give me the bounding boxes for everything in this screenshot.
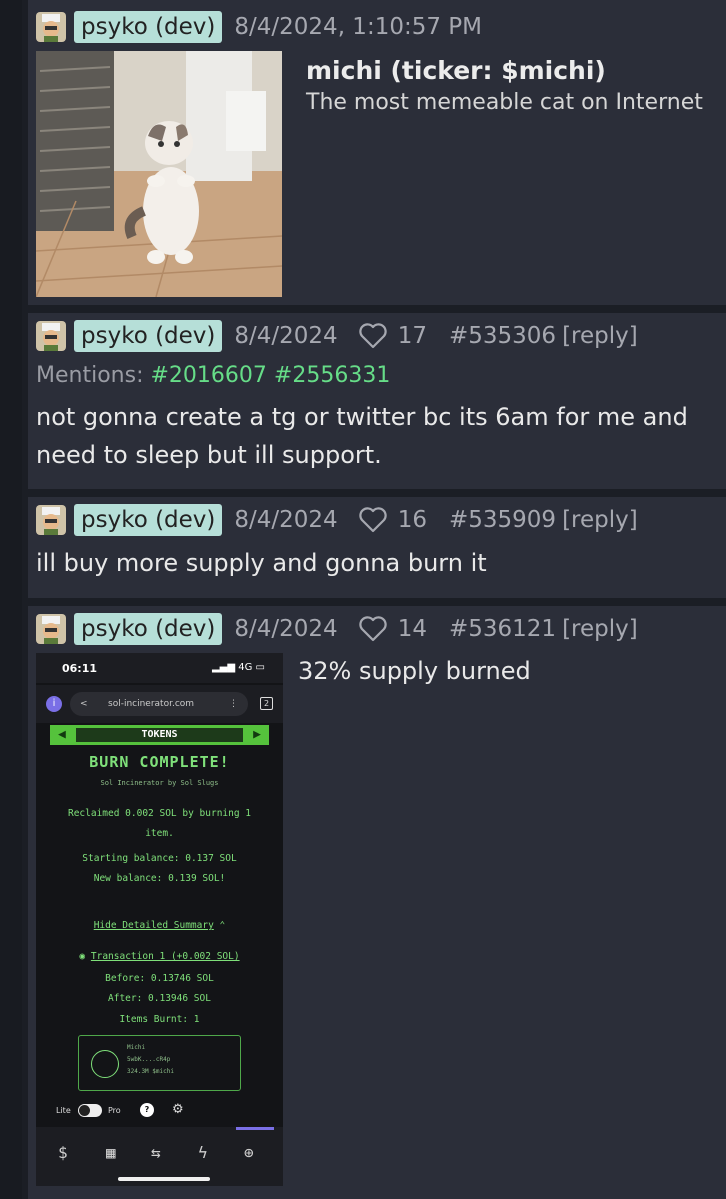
before-balance: Before: 0.13746 SOL [105, 973, 214, 984]
burnt-item-card: Michi 5wbK....cR4p 324.3M $michi [78, 1035, 241, 1091]
author-badge[interactable]: psyko (dev) [74, 613, 223, 645]
tokens-bar: ◀ TOKENS ▶ [50, 725, 269, 745]
author-badge[interactable]: psyko (dev) [74, 320, 223, 352]
burn-screenshot[interactable]: 06:11 ▂▄▆ 4G ▭ i < sol-incinerator.com ⋮… [36, 653, 283, 1186]
avatar[interactable] [36, 614, 66, 644]
post-header: psyko (dev) 8/4/2024 16 #535909 [reply] [36, 503, 638, 537]
avatar[interactable] [36, 321, 66, 351]
mention-link[interactable]: #2016607 [150, 363, 266, 388]
reply-post: psyko (dev) 8/4/2024 16 #535909 [reply] … [28, 497, 726, 598]
chevron-up-icon: ⌃ [219, 920, 226, 931]
help-icon: ? [140, 1103, 154, 1117]
post-id-link[interactable]: #536121 [449, 616, 556, 642]
burn-title: BURN COMPLETE! [89, 753, 230, 771]
reply-link[interactable]: [reply] [562, 507, 638, 533]
post-text: ill buy more supply and gonna burn it [36, 549, 487, 577]
dollar-icon: $ [58, 1143, 68, 1162]
transaction-line: ◉ Transaction 1 (+0.002 SOL) [79, 951, 240, 962]
tokens-label: TOKENS [76, 728, 243, 742]
after-balance: After: 0.13946 SOL [108, 993, 211, 1004]
active-tab-indicator [236, 1127, 274, 1130]
url-text: sol-incinerator.com [108, 699, 195, 709]
mode-toggle [78, 1104, 102, 1117]
token-icon [91, 1050, 119, 1078]
item-amount: 324.3M $michi [127, 1068, 174, 1075]
mode-toggle-row: Lite Pro ? ⚙ [36, 1099, 283, 1125]
like-count: 17 [397, 323, 427, 349]
heart-icon[interactable] [358, 615, 388, 643]
home-indicator [118, 1177, 210, 1181]
mentions-line: Mentions: #2016607 #2556331 [36, 363, 390, 388]
mentions-label: Mentions: [36, 363, 144, 388]
left-rail [0, 0, 22, 1199]
post-date: 8/4/2024 [234, 507, 338, 533]
right-arrow-icon: ▶ [253, 727, 261, 742]
menu-icon: ⋮ [229, 699, 238, 709]
post-date: 8/4/2024 [234, 616, 338, 642]
post-header: psyko (dev) 8/4/2024 14 #536121 [reply] [36, 612, 638, 646]
swap-icon: ⇆ [151, 1143, 161, 1162]
starting-balance: Starting balance: 0.137 SOL [82, 853, 237, 864]
burn-subtitle: Sol Incinerator by Sol Slugs [100, 779, 219, 787]
reply-post: psyko (dev) 8/4/2024 14 #536121 [reply] … [28, 606, 726, 1199]
grid-icon: ▦ [106, 1143, 116, 1162]
hide-summary-toggle: Hide Detailed Summary ⌃ [36, 916, 283, 936]
avatar[interactable] [36, 505, 66, 535]
post-date: 8/4/2024, 1:10:57 PM [234, 14, 482, 40]
reclaimed-line: item. [145, 828, 174, 839]
token-image[interactable] [36, 51, 282, 297]
phone-time: 06:11 [62, 662, 98, 675]
item-address: 5wbK....cR4p [127, 1056, 171, 1063]
reply-link[interactable]: [reply] [562, 616, 638, 642]
phone-signal: ▂▄▆ 4G ▭ [211, 662, 265, 673]
transaction-icon: ◉ [79, 951, 86, 962]
post-date: 8/4/2024 [234, 323, 338, 349]
phone-url-bar: i < sol-incinerator.com ⋮ 2 [36, 685, 283, 723]
heart-icon[interactable] [358, 506, 388, 534]
token-description: The most memeable cat on Internet [306, 90, 703, 115]
settings-icon: ⚙ [172, 1102, 184, 1117]
like-count: 16 [397, 507, 427, 533]
reclaimed-line: Reclaimed 0.002 SOL by burning 1 [67, 808, 252, 819]
lite-label: Lite [56, 1106, 71, 1115]
post-id-link[interactable]: #535909 [449, 507, 556, 533]
phone-status-bar: 06:11 ▂▄▆ 4G ▭ [36, 653, 283, 683]
reply-link[interactable]: [reply] [562, 323, 638, 349]
left-arrow-icon: ◀ [58, 727, 66, 742]
new-balance: New balance: 0.139 SOL! [93, 873, 226, 884]
address-bar: < sol-incinerator.com ⋮ [70, 692, 248, 716]
heart-icon[interactable] [358, 322, 388, 350]
like-count: 14 [397, 616, 427, 642]
info-icon: i [46, 696, 62, 712]
items-burnt: Items Burnt: 1 [119, 1014, 200, 1025]
back-icon: < [80, 699, 88, 709]
token-post: psyko (dev) 8/4/2024, 1:10:57 PM michi (… [28, 0, 726, 305]
hide-summary-link: Hide Detailed Summary [93, 920, 214, 931]
globe-icon: ⊕ [244, 1143, 254, 1162]
avatar[interactable] [36, 12, 66, 42]
item-name: Michi [127, 1044, 146, 1051]
tab-count: 2 [260, 697, 273, 710]
post-text: not gonna create a tg or twitter bc its … [36, 403, 688, 469]
author-badge[interactable]: psyko (dev) [74, 11, 223, 43]
reply-post: psyko (dev) 8/4/2024 17 #535306 [reply] … [28, 313, 726, 489]
mention-link[interactable]: #2556331 [274, 363, 390, 388]
bolt-icon: ϟ [198, 1143, 208, 1162]
author-badge[interactable]: psyko (dev) [74, 504, 223, 536]
phone-bottom-nav: $ ▦ ⇆ ϟ ⊕ [36, 1127, 283, 1186]
token-name[interactable]: michi (ticker: $michi) [306, 56, 606, 85]
post-header: psyko (dev) 8/4/2024, 1:10:57 PM [36, 10, 482, 44]
post-id-link[interactable]: #535306 [449, 323, 556, 349]
pro-label: Pro [108, 1106, 121, 1115]
post-text: 32% supply burned [298, 657, 531, 685]
post-header: psyko (dev) 8/4/2024 17 #535306 [reply] [36, 319, 638, 353]
